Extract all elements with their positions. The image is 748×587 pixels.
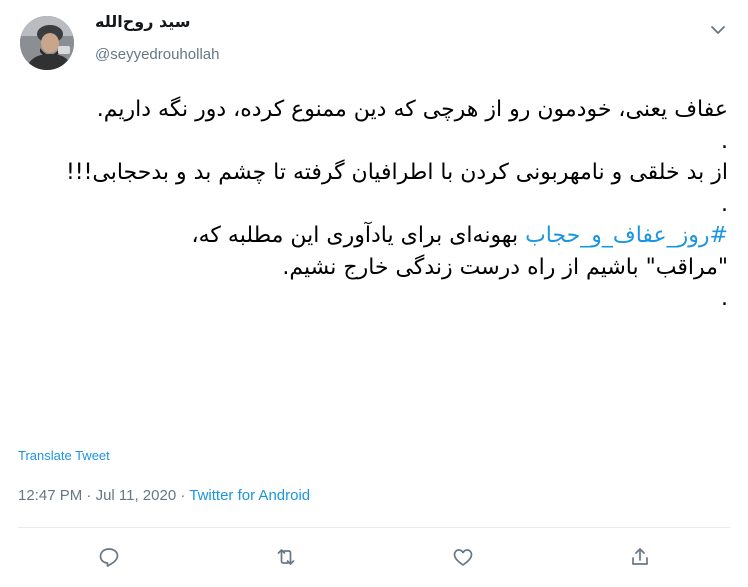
tweet-line-text: بهونه‌ای برای یادآوری این مطلبه که، xyxy=(191,223,526,248)
user-handle[interactable]: @seyyedrouhollah xyxy=(95,46,219,63)
display-name[interactable]: سید روح‌الله xyxy=(95,12,191,31)
meta-separator: · xyxy=(82,487,96,504)
hashtag-link[interactable]: #روز_عفاف_و_حجاب xyxy=(525,223,728,248)
tweet-time[interactable]: 12:47 PM xyxy=(18,487,82,504)
reply-icon[interactable] xyxy=(97,545,121,569)
tweet-source-link[interactable]: Twitter for Android xyxy=(189,487,310,504)
avatar-image xyxy=(20,16,74,70)
translate-tweet-link[interactable]: Translate Tweet xyxy=(18,448,110,463)
avatar[interactable] xyxy=(20,16,74,70)
tweet-line: "مراقب" باشیم از راه درست زندگی خارج نشی… xyxy=(282,254,728,280)
share-icon[interactable] xyxy=(628,545,652,569)
retweet-icon[interactable] xyxy=(274,545,298,569)
tweet-line: از بد خلقی و نامهربونی کردن با اطرافیان … xyxy=(65,160,728,185)
tweet-line: . xyxy=(721,128,728,154)
tweet-meta: 12:47 PM · Jul 11, 2020 · Twitter for An… xyxy=(18,487,310,504)
tweet-line: . xyxy=(721,191,728,217)
meta-separator: · xyxy=(176,487,190,504)
tweet-line: عفاف یعنی، خودمون رو از هرچی که دین ممنو… xyxy=(96,97,728,122)
tweet-text: عفاف یعنی، خودمون رو از هرچی که دین ممنو… xyxy=(18,94,728,315)
chevron-down-icon[interactable] xyxy=(706,18,730,42)
tweet-line: #روز_عفاف_و_حجاب بهونه‌ای برای یادآوری ا… xyxy=(18,220,728,252)
tweet-date[interactable]: Jul 11, 2020 xyxy=(96,487,177,504)
tweet-line: . xyxy=(721,286,728,311)
divider xyxy=(18,527,730,528)
like-icon[interactable] xyxy=(451,545,475,569)
